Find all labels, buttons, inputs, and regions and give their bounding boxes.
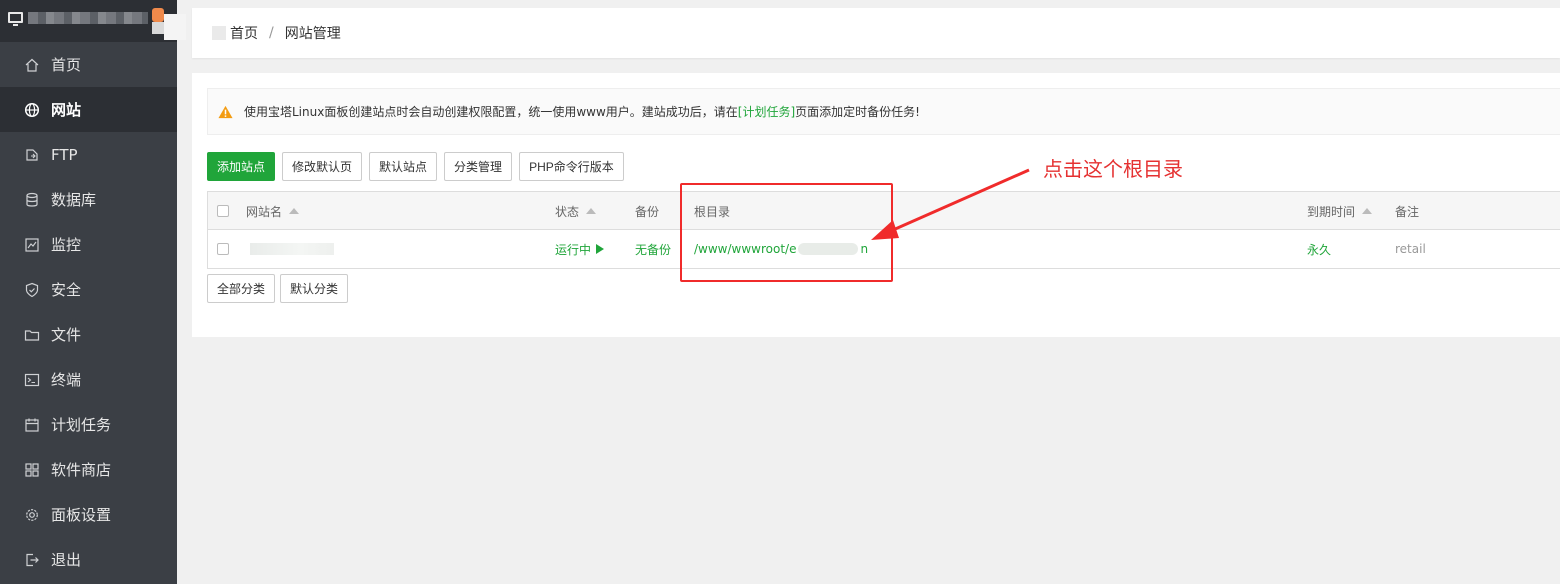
sidebar-item-label: 面板设置 [51, 506, 112, 524]
calendar-icon [24, 417, 40, 433]
logout-icon [24, 552, 40, 568]
sidebar-item-label: 退出 [51, 551, 82, 569]
ftp-icon [24, 147, 40, 163]
cron-task-link[interactable]: [计划任务] [738, 103, 795, 120]
terminal-icon [24, 372, 40, 388]
sidebar-item-files[interactable]: 文件 [0, 312, 177, 357]
sidebar-item-label: 首页 [51, 56, 82, 74]
sidebar-item-settings[interactable]: 面板设置 [0, 492, 177, 537]
sidebar-item-label: 网站 [51, 101, 82, 119]
sidebar-item-label: 安全 [51, 281, 82, 299]
home-icon [24, 57, 40, 73]
site-name-redacted[interactable] [250, 243, 334, 255]
warning-icon [218, 105, 233, 118]
sidebar: 首页 网站 FTP 数据库 监控 安全 文件 终端 计划任务 软件商店 面板设置… [0, 0, 186, 584]
edit-default-page-button[interactable]: 修改默认页 [282, 152, 363, 181]
sidebar-item-logout[interactable]: 退出 [0, 537, 177, 582]
default-site-button[interactable]: 默认站点 [369, 152, 438, 181]
sidebar-item-label: FTP [51, 145, 78, 164]
brand-bar [0, 0, 186, 42]
sort-icon [586, 208, 597, 214]
blurred-server-name [28, 12, 148, 24]
add-site-button[interactable]: 添加站点 [207, 152, 276, 181]
sidebar-item-database[interactable]: 数据库 [0, 177, 177, 222]
sidebar-item-label: 软件商店 [51, 461, 112, 479]
database-icon [24, 192, 40, 208]
backup-status[interactable]: 无备份 [635, 230, 671, 268]
annotation-text: 点击这个根目录 [1043, 157, 1183, 181]
toolbar: 添加站点 修改默认页 默认站点 分类管理 PHP命令行版本 [207, 152, 631, 181]
folder-icon [24, 327, 40, 343]
expire-value[interactable]: 永久 [1307, 230, 1331, 268]
sidebar-item-security[interactable]: 安全 [0, 267, 177, 312]
breadcrumb-home-link[interactable]: 首页 [230, 23, 258, 43]
select-all-checkbox[interactable] [217, 205, 229, 217]
sidebar-item-cron[interactable]: 计划任务 [0, 402, 177, 447]
breadcrumb-separator: / [269, 25, 274, 41]
sidebar-item-label: 终端 [51, 371, 82, 389]
sidebar-item-label: 文件 [51, 326, 82, 344]
sidebar-item-ftp[interactable]: FTP [0, 132, 177, 177]
globe-icon [24, 102, 40, 118]
all-categories-button[interactable]: 全部分类 [207, 274, 276, 303]
monitor-chart-icon [24, 237, 40, 253]
sidebar-nav: 首页 网站 FTP 数据库 监控 安全 文件 终端 计划任务 软件商店 面板设置… [0, 42, 177, 582]
sidebar-item-terminal[interactable]: 终端 [0, 357, 177, 402]
monitor-icon [8, 12, 23, 26]
category-filter: 全部分类 默认分类 [207, 274, 353, 303]
alert-text-end: 页面添加定时备份任务! [795, 105, 920, 119]
alert-text: 使用宝塔Linux面板创建站点时会自动创建权限配置，统一使用www用户。建站成功… [244, 105, 738, 119]
sidebar-item-store[interactable]: 软件商店 [0, 447, 177, 492]
header-site-name[interactable]: 网站名 [246, 192, 300, 230]
shield-icon [24, 282, 40, 298]
category-manage-button[interactable]: 分类管理 [444, 152, 513, 181]
php-cli-version-button[interactable]: PHP命令行版本 [519, 152, 624, 181]
sidebar-item-website[interactable]: 网站 [0, 87, 177, 132]
play-icon [596, 244, 605, 254]
breadcrumb-current: 网站管理 [284, 26, 341, 42]
header-status[interactable]: 状态 [555, 192, 597, 230]
header-expire[interactable]: 到期时间 [1307, 192, 1373, 230]
sidebar-item-label: 监控 [51, 236, 82, 254]
info-alert: 使用宝塔Linux面板创建站点时会自动创建权限配置，统一使用www用户。建站成功… [207, 88, 1560, 135]
sidebar-item-label: 计划任务 [51, 416, 112, 434]
annotation-highlight-box [680, 183, 893, 282]
header-backup: 备份 [635, 204, 660, 219]
sidebar-item-label: 数据库 [51, 191, 97, 209]
header-note: 备注 [1395, 204, 1420, 219]
gear-icon [24, 507, 40, 523]
default-category-button[interactable]: 默认分类 [280, 274, 349, 303]
note-value[interactable]: retail [1395, 230, 1426, 268]
sidebar-item-monitor[interactable]: 监控 [0, 222, 177, 267]
row-checkbox[interactable] [217, 243, 229, 255]
grid-icon [24, 462, 40, 478]
sort-icon [1362, 208, 1373, 214]
sidebar-item-home[interactable]: 首页 [0, 42, 177, 87]
sort-icon [289, 208, 300, 214]
breadcrumb: 首页 / 网站管理 [192, 8, 1560, 58]
status-running[interactable]: 运行中 [555, 230, 605, 268]
notification-badge[interactable] [152, 8, 164, 22]
